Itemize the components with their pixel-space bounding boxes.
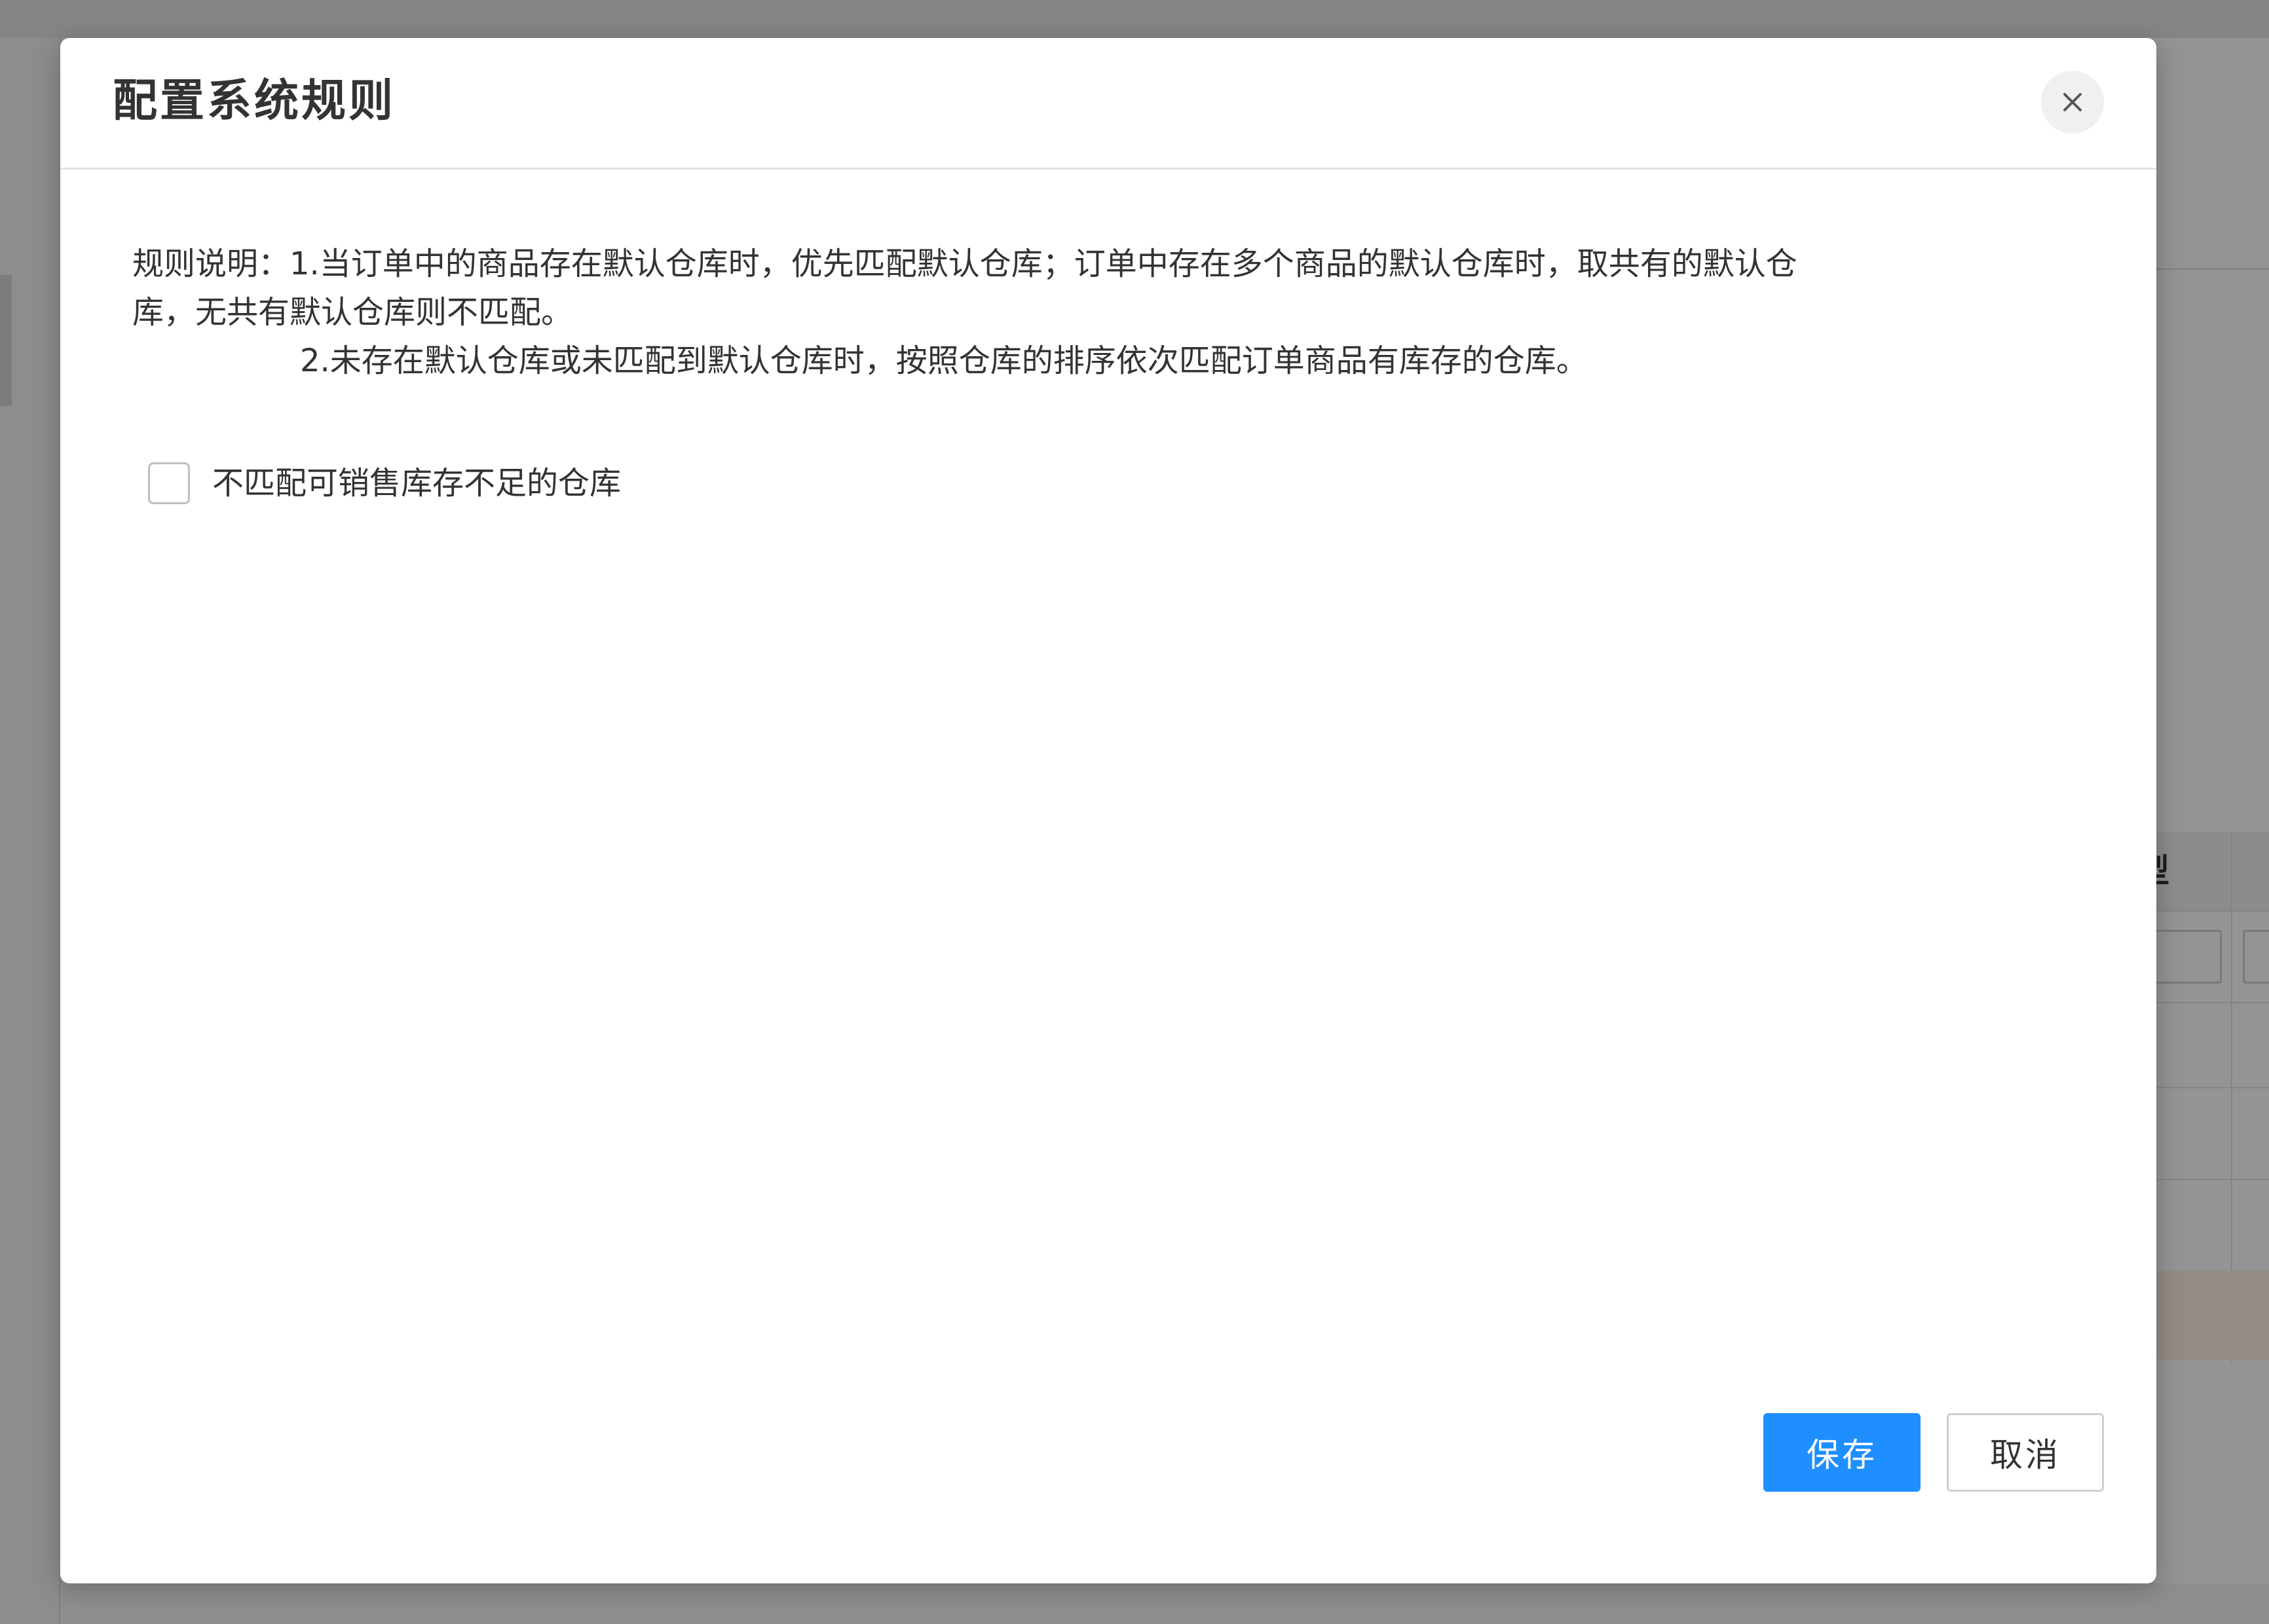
rules-line-1: 规则说明：1.当订单中的商品存在默认仓库时，优先匹配默认仓库；订单中存在多个商品… [132,246,1797,282]
save-button[interactable]: 保存 [1763,1413,1921,1492]
rules-line-3: 2.未存在默认仓库或未匹配到默认仓库时，按照仓库的排序依次匹配订单商品有库存的仓… [300,342,1588,379]
rules-description: 规则说明：1.当订单中的商品存在默认仓库时，优先匹配默认仓库；订单中存在多个商品… [132,240,2006,385]
cancel-button[interactable]: 取消 [1947,1413,2104,1492]
rules-line-2: 库，无共有默认仓库则不匹配。 [132,294,573,331]
dialog-title: 配置系统规则 [113,75,396,127]
skip-insufficient-stock-option[interactable]: 不匹配可销售库存不足的仓库 [148,462,621,504]
skip-insufficient-stock-checkbox[interactable] [148,462,190,504]
close-icon [2063,93,2082,111]
skip-insufficient-stock-label[interactable]: 不匹配可销售库存不足的仓库 [212,462,621,504]
config-rules-dialog: 配置系统规则 规则说明：1.当订单中的商品存在默认仓库时，优先匹配默认仓库；订单… [60,38,2156,1583]
close-button[interactable] [2041,71,2104,134]
dialog-header: 配置系统规则 [60,38,2156,170]
